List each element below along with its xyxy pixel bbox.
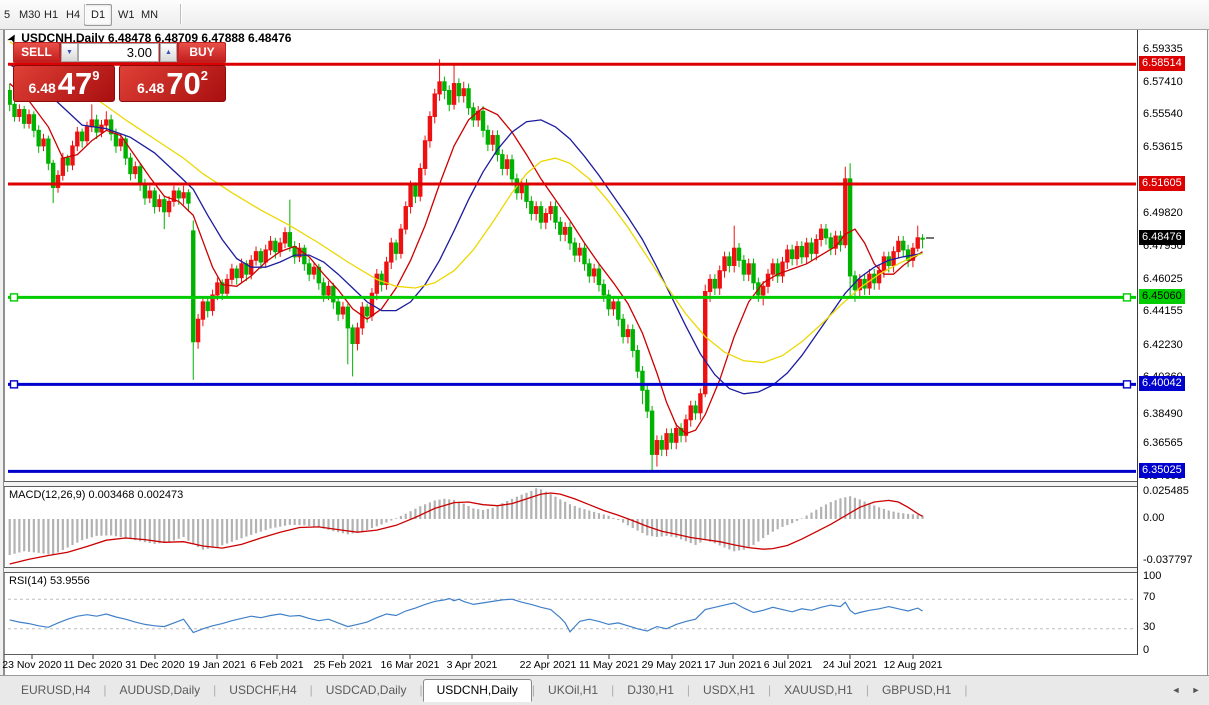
timeframe-button-d1[interactable]: D1 bbox=[84, 4, 113, 26]
price-tick-label: 6.59335 bbox=[1143, 43, 1183, 55]
date-tick-label: 29 May 2021 bbox=[641, 659, 703, 671]
price-line-label: 6.48476 bbox=[1139, 230, 1185, 245]
chart-tab-usdchf[interactable]: USDCHF,H4 bbox=[216, 680, 309, 700]
pane-splitter[interactable] bbox=[4, 481, 1205, 487]
buy-button[interactable]: BUY bbox=[179, 43, 225, 62]
date-tick-label: 6 Feb 2021 bbox=[250, 659, 304, 671]
chart-tab-ukoil[interactable]: UKOil,H1 bbox=[535, 680, 611, 700]
date-tick-label: 6 Jul 2021 bbox=[763, 659, 813, 671]
date-tick-label: 25 Feb 2021 bbox=[313, 659, 373, 671]
rsi-tick-label: 70 bbox=[1143, 591, 1156, 603]
date-tick-label: 22 Apr 2021 bbox=[519, 659, 577, 671]
date-tick-label: 24 Jul 2021 bbox=[822, 659, 878, 671]
date-tick-label: 12 Aug 2021 bbox=[883, 659, 943, 671]
price-tick-label: 6.44155 bbox=[1143, 305, 1183, 317]
tab-scroll-right-icon[interactable]: ► bbox=[1188, 682, 1204, 698]
tab-scroll-left-icon[interactable]: ◄ bbox=[1168, 682, 1184, 698]
price-tick-label: 6.55540 bbox=[1143, 108, 1183, 120]
tab-separator: | bbox=[964, 683, 968, 697]
price-tick-label: 6.36565 bbox=[1143, 437, 1183, 449]
date-tick-label: 31 Dec 2020 bbox=[125, 659, 185, 671]
volume-increase-button[interactable]: ▲ bbox=[160, 43, 177, 62]
chart-tab-dj30[interactable]: DJ30,H1 bbox=[614, 680, 687, 700]
chart-tab-usdx[interactable]: USDX,H1 bbox=[690, 680, 768, 700]
price-chart-svg bbox=[8, 41, 1141, 659]
chart-tab-usdcnh[interactable]: USDCNH,Daily bbox=[422, 679, 532, 702]
rsi-tick-label: 30 bbox=[1143, 621, 1156, 633]
buy-price-prefix: 6.48 bbox=[137, 80, 165, 96]
timeframe-toolbar: 5 M30 H1 H4 D1 W1 MN bbox=[0, 0, 1209, 30]
macd-tick-label: 0.00 bbox=[1143, 512, 1165, 524]
price-tick-label: 6.42230 bbox=[1143, 339, 1183, 351]
chart-tab-usdcad[interactable]: USDCAD,Daily bbox=[313, 680, 420, 700]
rsi-indicator-label: RSI(14) 53.9556 bbox=[9, 575, 90, 587]
date-tick-label: 3 Apr 2021 bbox=[446, 659, 498, 671]
timeframe-button-h4[interactable]: H4 bbox=[59, 4, 87, 26]
price-line-label: 6.45060 bbox=[1139, 289, 1185, 304]
pane-splitter[interactable] bbox=[4, 567, 1205, 573]
price-tick-label: 6.46025 bbox=[1143, 273, 1183, 285]
price-tick-label: 6.49820 bbox=[1143, 207, 1183, 219]
timeframe-button-mn[interactable]: MN bbox=[134, 4, 165, 26]
sell-price-prefix: 6.48 bbox=[28, 80, 56, 96]
buy-price-box[interactable]: 6.48 70 2 bbox=[119, 65, 226, 102]
sell-price-box[interactable]: 6.48 47 9 bbox=[13, 65, 115, 102]
chart-tab-xauusd[interactable]: XAUUSD,H1 bbox=[771, 680, 866, 700]
price-line-label: 6.58514 bbox=[1139, 56, 1185, 71]
volume-input[interactable] bbox=[78, 43, 159, 62]
chart-tab-bar: EURUSD,H4 | AUDUSD,Daily | USDCHF,H4 | USDCAD,… bbox=[0, 675, 1209, 705]
price-tick-label: 6.38490 bbox=[1143, 408, 1183, 420]
price-line-label: 6.35025 bbox=[1139, 463, 1185, 478]
date-tick-label: 11 Dec 2020 bbox=[63, 659, 123, 671]
date-tick-label: 23 Nov 2020 bbox=[2, 659, 62, 671]
chart-canvas[interactable] bbox=[0, 0, 1209, 704]
macd-indicator-label: MACD(12,26,9) 0.003468 0.002473 bbox=[9, 489, 184, 501]
price-line-label: 6.40042 bbox=[1139, 376, 1185, 391]
date-tick-label: 19 Jan 2021 bbox=[188, 659, 246, 671]
price-line-label: 6.51605 bbox=[1139, 176, 1185, 191]
date-tick-label: 11 May 2021 bbox=[579, 659, 639, 671]
macd-tick-label: 0.025485 bbox=[1143, 485, 1189, 497]
date-tick-label: 17 Jun 2021 bbox=[704, 659, 762, 671]
trade-panel-top-row: SELL ▼ ▲ BUY bbox=[13, 42, 226, 63]
price-tick-label: 6.53615 bbox=[1143, 141, 1183, 153]
sell-price-big: 47 bbox=[57, 66, 93, 101]
buy-price-sup: 2 bbox=[200, 68, 208, 83]
buy-price-big: 70 bbox=[166, 66, 201, 101]
rsi-tick-label: 0 bbox=[1143, 644, 1150, 656]
date-tick-label: 16 Mar 2021 bbox=[380, 659, 440, 671]
toolbar-separator bbox=[84, 4, 85, 24]
sell-price-sup: 9 bbox=[92, 68, 100, 83]
chart-tab-eurusd[interactable]: EURUSD,H4 bbox=[8, 680, 103, 700]
chart-tab-gbpusd[interactable]: GBPUSD,H1 bbox=[869, 680, 964, 700]
volume-decrease-button[interactable]: ▼ bbox=[61, 43, 78, 62]
chart-tab-audusd[interactable]: AUDUSD,Daily bbox=[106, 680, 213, 700]
macd-tick-label: -0.037797 bbox=[1143, 554, 1193, 566]
toolbar-separator bbox=[180, 4, 181, 24]
price-tick-label: 6.57410 bbox=[1143, 76, 1183, 88]
sell-button[interactable]: SELL bbox=[14, 43, 59, 62]
date-axis[interactable]: 23 Nov 2020 11 Dec 2020 31 Dec 2020 19 Jan … bbox=[0, 655, 1209, 675]
one-click-trading-panel: SELL ▼ ▲ BUY 6.48 47 9 6.48 70 2 bbox=[13, 42, 226, 102]
rsi-tick-label: 100 bbox=[1143, 570, 1162, 582]
